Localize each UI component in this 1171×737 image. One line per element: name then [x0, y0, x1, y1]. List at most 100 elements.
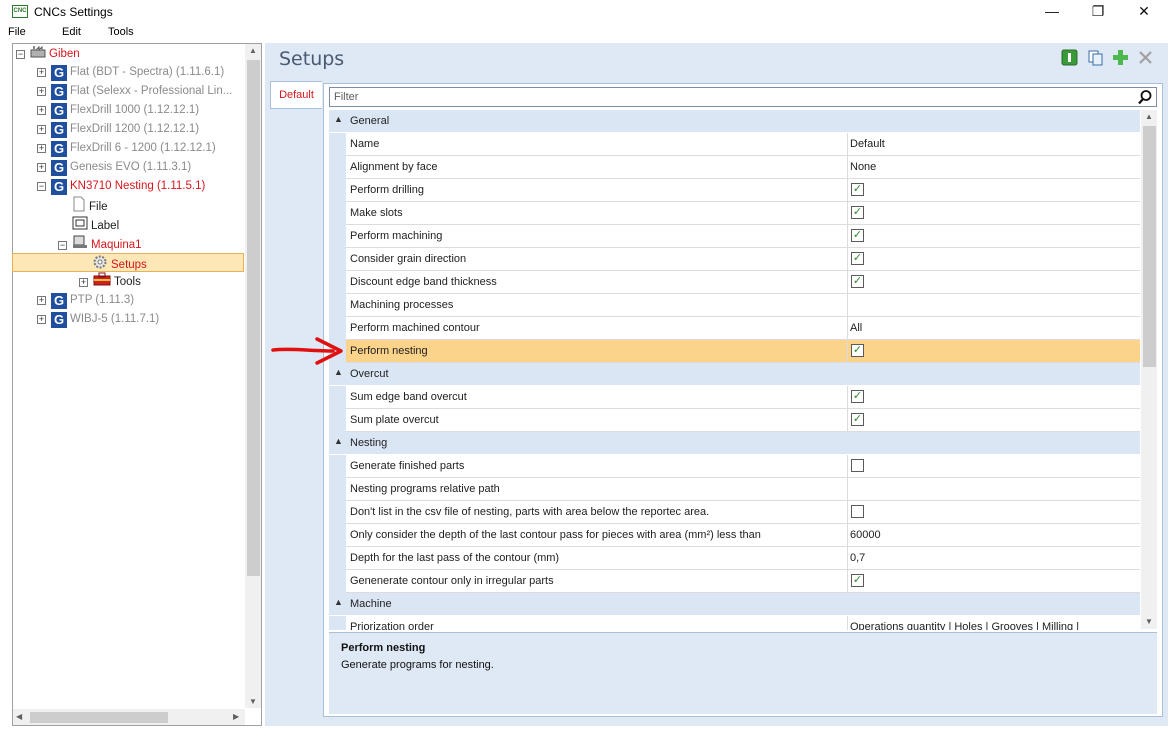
property-row[interactable]: Sum plate overcut ✓: [329, 409, 1140, 432]
property-row[interactable]: Nesting programs relative path: [329, 478, 1140, 501]
tree-item[interactable]: − G KN3710 Nesting (1.11.5.1): [14, 177, 244, 196]
expand-icon[interactable]: +: [37, 82, 51, 101]
property-row[interactable]: Alignment by face None: [329, 156, 1140, 179]
scroll-left-icon[interactable]: ◀: [16, 712, 22, 721]
expand-icon[interactable]: +: [37, 101, 51, 120]
scroll-right-icon[interactable]: ▶: [233, 712, 239, 721]
property-value[interactable]: Default: [850, 138, 885, 150]
tree-hscroll-thumb[interactable]: [30, 712, 168, 723]
expand-icon[interactable]: +: [37, 310, 51, 329]
tree-scroll-thumb[interactable]: [247, 60, 260, 576]
property-row[interactable]: Machining processes: [329, 294, 1140, 317]
tree-item[interactable]: + G Flat (Selexx - Professional Lin...: [14, 82, 244, 101]
checked-checkbox[interactable]: ✓: [851, 183, 864, 196]
minus-box-icon[interactable]: −: [16, 50, 25, 59]
tree-item[interactable]: Label: [14, 215, 244, 234]
tree-item[interactable]: − Giben: [14, 44, 244, 63]
property-value[interactable]: 60000: [850, 529, 881, 541]
tree-item[interactable]: + G Genesis EVO (1.11.3.1): [14, 158, 244, 177]
expand-icon[interactable]: +: [37, 291, 51, 310]
property-row[interactable]: Discount edge band thickness ✓: [329, 271, 1140, 294]
grid-scroll-up-icon[interactable]: ▲: [1145, 112, 1153, 121]
unchecked-checkbox[interactable]: [851, 459, 864, 472]
collapse-arrow-icon[interactable]: ▲: [334, 436, 343, 446]
expand-icon[interactable]: +: [37, 139, 51, 158]
checked-checkbox[interactable]: ✓: [851, 252, 864, 265]
minimize-button[interactable]: —: [1029, 0, 1075, 22]
plus-box-icon[interactable]: +: [37, 87, 46, 96]
expand-icon[interactable]: +: [37, 63, 51, 82]
tree-item[interactable]: + G PTP (1.11.3): [14, 291, 244, 310]
plus-box-icon[interactable]: +: [37, 68, 46, 77]
property-row[interactable]: Perform drilling ✓: [329, 179, 1140, 202]
tree-item[interactable]: File: [14, 196, 244, 215]
maximize-button[interactable]: ❐: [1075, 0, 1121, 22]
tree-item[interactable]: Setups: [12, 253, 244, 272]
collapse-arrow-icon[interactable]: ▲: [334, 597, 343, 607]
property-row[interactable]: Only consider the depth of the last cont…: [329, 524, 1140, 547]
checked-checkbox[interactable]: ✓: [851, 413, 864, 426]
property-row[interactable]: Priorization order Operations quantity | …: [329, 616, 1140, 630]
plus-box-icon[interactable]: +: [37, 163, 46, 172]
property-row[interactable]: Perform nesting ✓: [329, 340, 1140, 363]
menu-tools[interactable]: Tools: [108, 26, 134, 38]
add-icon[interactable]: [1112, 49, 1129, 66]
plus-box-icon[interactable]: +: [79, 278, 88, 287]
property-value[interactable]: Operations quantity | Holes | Grooves | …: [850, 621, 1079, 630]
property-row[interactable]: Perform machining ✓: [329, 225, 1140, 248]
category-row[interactable]: ▲ Overcut: [329, 363, 1140, 386]
plus-box-icon[interactable]: +: [37, 106, 46, 115]
tree-item[interactable]: + Tools: [14, 272, 244, 291]
info-icon[interactable]: [1061, 49, 1078, 66]
property-value[interactable]: 0,7: [850, 552, 865, 564]
checked-checkbox[interactable]: ✓: [851, 344, 864, 357]
checked-checkbox[interactable]: ✓: [851, 390, 864, 403]
grid-scroll-down-icon[interactable]: ▼: [1145, 617, 1153, 626]
collapse-arrow-icon[interactable]: ▲: [334, 367, 343, 377]
expand-icon[interactable]: +: [79, 273, 93, 292]
plus-box-icon[interactable]: +: [37, 144, 46, 153]
scroll-down-icon[interactable]: ▼: [249, 697, 257, 706]
tree-item[interactable]: + G FlexDrill 1000 (1.12.12.1): [14, 101, 244, 120]
tab-default[interactable]: Default: [270, 81, 322, 109]
grid-scroll-thumb[interactable]: [1143, 126, 1156, 367]
property-row[interactable]: Consider grain direction ✓: [329, 248, 1140, 271]
checked-checkbox[interactable]: ✓: [851, 275, 864, 288]
copy-icon[interactable]: [1087, 49, 1104, 66]
property-row[interactable]: Don't list in the csv file of nesting, p…: [329, 501, 1140, 524]
checked-checkbox[interactable]: ✓: [851, 574, 864, 587]
scroll-up-icon[interactable]: ▲: [249, 46, 257, 55]
property-row[interactable]: Depth for the last pass of the contour (…: [329, 547, 1140, 570]
plus-box-icon[interactable]: +: [37, 315, 46, 324]
close-button[interactable]: ✕: [1121, 0, 1167, 22]
category-row[interactable]: ▲ Machine: [329, 593, 1140, 616]
plus-box-icon[interactable]: +: [37, 125, 46, 134]
unchecked-checkbox[interactable]: [851, 505, 864, 518]
category-row[interactable]: ▲ General: [329, 110, 1140, 133]
menu-file[interactable]: File: [8, 26, 26, 38]
property-row[interactable]: Generate finished parts: [329, 455, 1140, 478]
property-row[interactable]: Name Default: [329, 133, 1140, 156]
tree-item[interactable]: + G Flat (BDT - Spectra) (1.11.6.1): [14, 63, 244, 82]
checked-checkbox[interactable]: ✓: [851, 206, 864, 219]
menu-edit[interactable]: Edit: [62, 26, 81, 38]
collapse-arrow-icon[interactable]: ▲: [334, 114, 343, 124]
property-row[interactable]: Genenerate contour only in irregular par…: [329, 570, 1140, 593]
checked-checkbox[interactable]: ✓: [851, 229, 864, 242]
minus-box-icon[interactable]: −: [58, 241, 67, 250]
tree-item[interactable]: + G FlexDrill 6 - 1200 (1.12.12.1): [14, 139, 244, 158]
category-row[interactable]: ▲ Nesting: [329, 432, 1140, 455]
minus-box-icon[interactable]: −: [37, 182, 46, 191]
plus-box-icon[interactable]: +: [37, 296, 46, 305]
property-value[interactable]: All: [850, 322, 862, 334]
property-value[interactable]: None: [850, 161, 876, 173]
tree-item[interactable]: + G WIBJ-5 (1.11.7.1): [14, 310, 244, 329]
tree-item[interactable]: − Maquina1: [14, 234, 244, 253]
property-row[interactable]: Perform machined contour All: [329, 317, 1140, 340]
property-row[interactable]: Make slots ✓: [329, 202, 1140, 225]
collapse-icon[interactable]: −: [37, 177, 51, 196]
collapse-icon[interactable]: −: [16, 45, 30, 64]
property-row[interactable]: Sum edge band overcut ✓: [329, 386, 1140, 409]
expand-icon[interactable]: +: [37, 158, 51, 177]
search-icon[interactable]: [1137, 89, 1153, 105]
